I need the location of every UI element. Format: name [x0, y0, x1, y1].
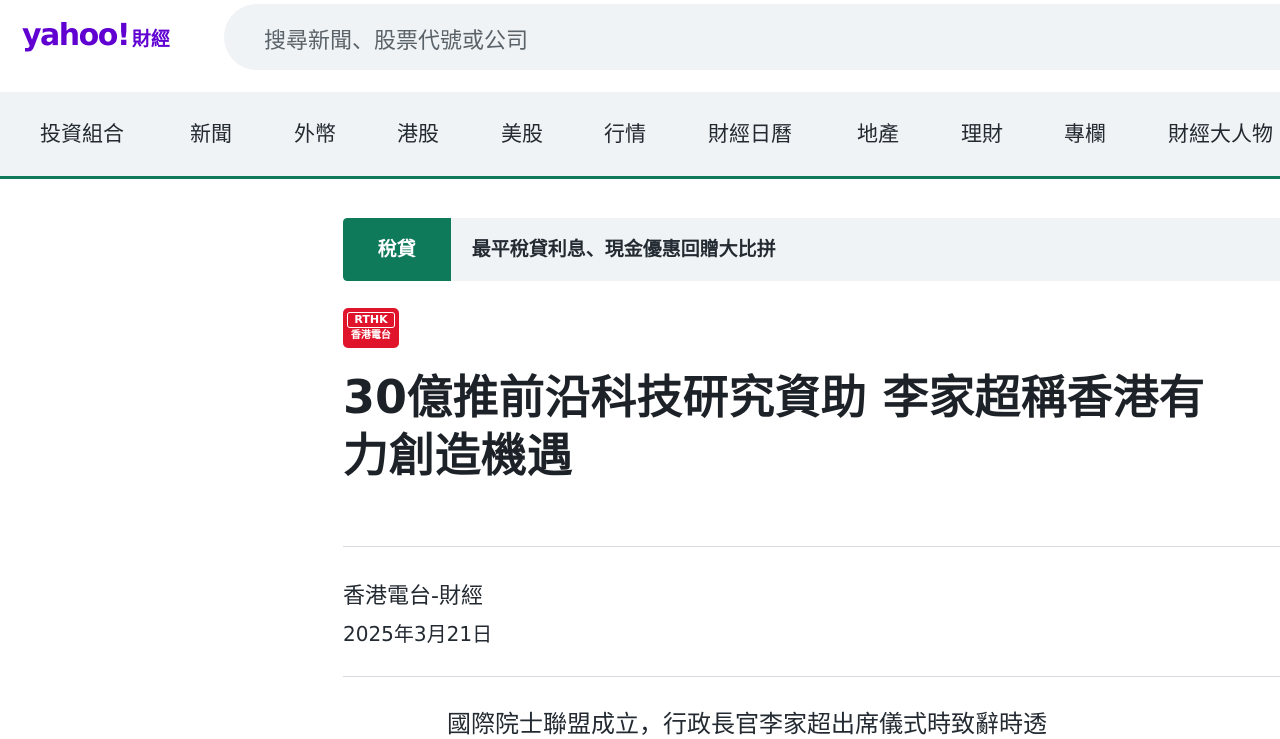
nav-item-portfolio[interactable]: 投資組合: [40, 118, 124, 148]
logo-wordmark: yahoo!: [22, 18, 131, 53]
divider-top: [343, 546, 1280, 547]
nav-item-wealth[interactable]: 理財: [961, 118, 1003, 148]
nav-item-forex[interactable]: 外幣: [294, 118, 336, 148]
nav-item-news[interactable]: 新聞: [190, 118, 232, 148]
promo-text: 最平稅貸利息、現金優惠回贈大比拼: [472, 238, 777, 260]
nav-item-calendar[interactable]: 財經日曆: [708, 118, 792, 148]
article-title-line-1: 30億推前沿科技研究資助 李家超稱香港有: [343, 370, 1206, 424]
rthk-logo[interactable]: RTHK 香港電台: [343, 308, 399, 348]
divider-bottom: [343, 676, 1280, 677]
article-body-first-line: 國際院士聯盟成立，行政長官李家超出席儀式時致辭時透: [447, 710, 1047, 738]
nav-item-us-stocks[interactable]: 美股: [501, 118, 543, 148]
nav-item-columns[interactable]: 專欄: [1064, 118, 1106, 148]
logo-subtitle: 財經: [132, 28, 171, 50]
top-header: yahoo! 財經 搜尋新聞、股票代號或公司: [0, 0, 1280, 92]
main-nav: 投資組合 新聞 外幣 港股 美股 行情 財經日曆 地產 理財 專欄 財經大人物: [0, 92, 1280, 179]
yahoo-finance-logo[interactable]: yahoo! 財經: [22, 18, 170, 53]
nav-item-hk-stocks[interactable]: 港股: [397, 118, 439, 148]
article-title-line-2: 力創造機遇: [343, 428, 573, 482]
nav-item-property[interactable]: 地產: [857, 118, 899, 148]
rthk-logo-text: RTHK: [347, 312, 395, 328]
article-title: 30億推前沿科技研究資助 李家超稱香港有 力創造機遇: [343, 368, 1280, 484]
search-input[interactable]: 搜尋新聞、股票代號或公司: [224, 4, 1280, 70]
nav-item-market[interactable]: 行情: [604, 118, 646, 148]
promo-tag: 稅貸: [343, 218, 451, 281]
nav-item-finance-people[interactable]: 財經大人物: [1168, 118, 1273, 148]
rthk-logo-subtext: 香港電台: [351, 330, 391, 341]
article-date: 2025年3月21日: [343, 622, 493, 646]
promo-banner[interactable]: 稅貸 最平稅貸利息、現金優惠回贈大比拼: [343, 218, 1280, 281]
article-byline[interactable]: 香港電台-財經: [343, 578, 483, 610]
search-placeholder: 搜尋新聞、股票代號或公司: [264, 29, 529, 54]
